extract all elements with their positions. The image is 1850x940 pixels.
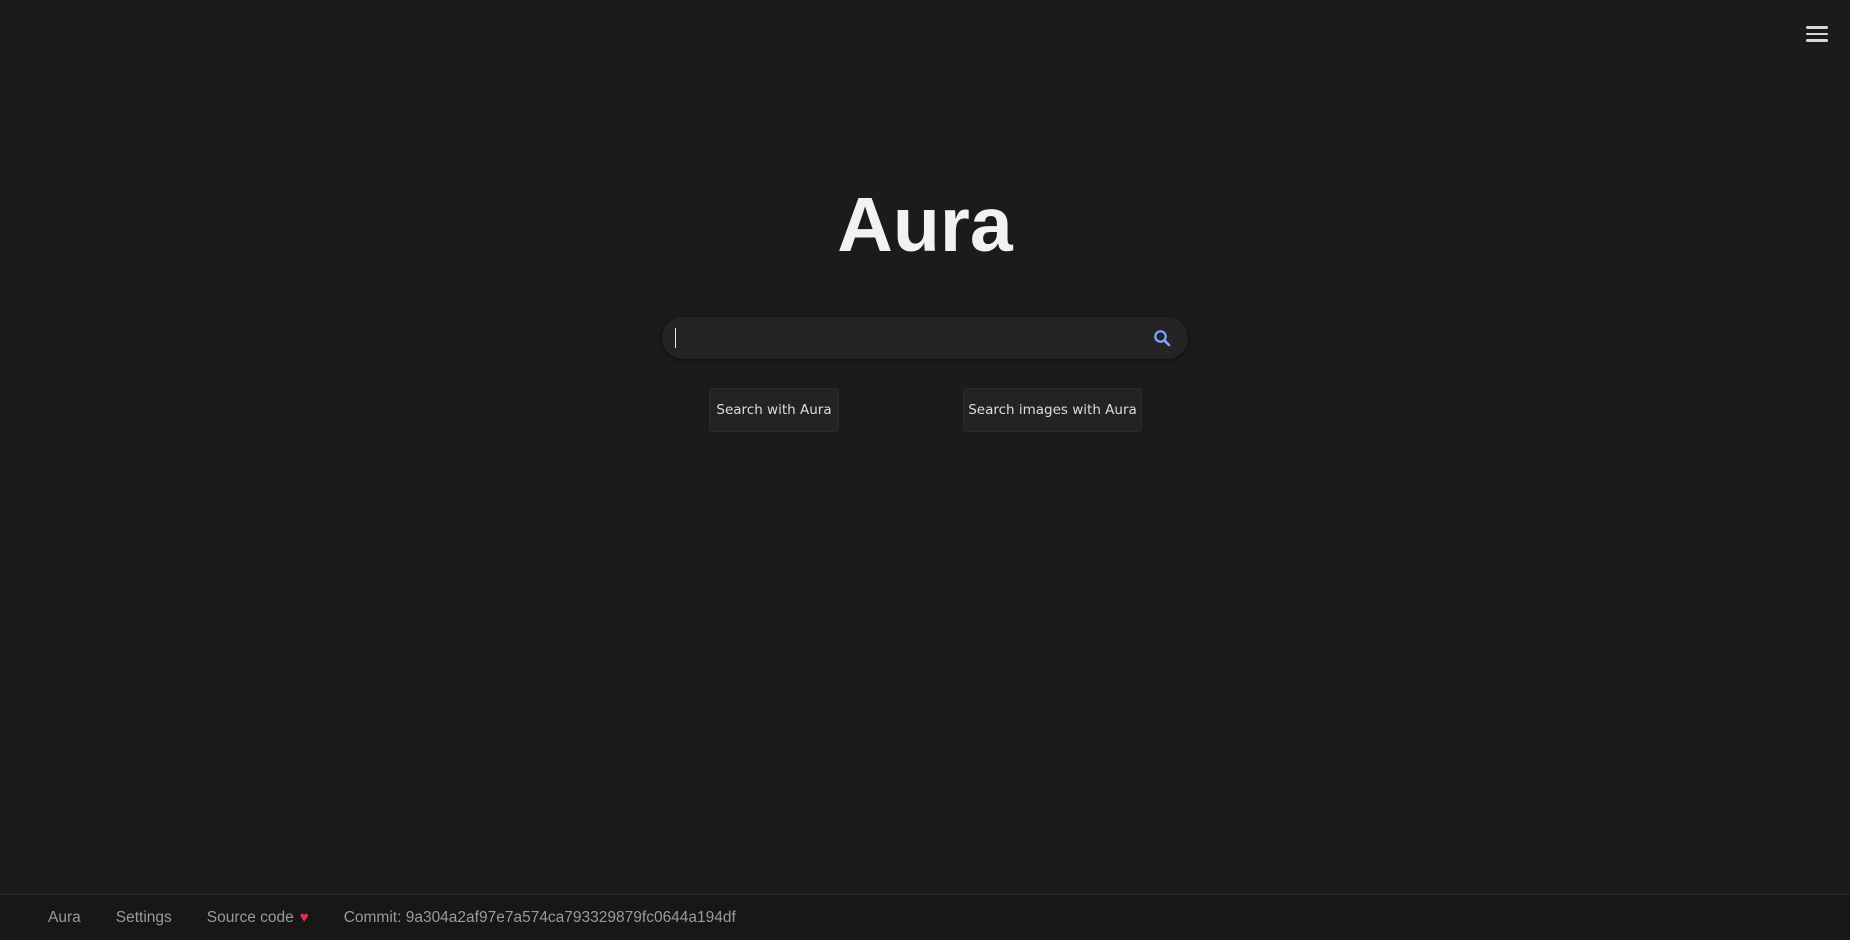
logo-title: Aura <box>837 182 1013 268</box>
footer-link-source-code[interactable]: Source code ♥ <box>207 909 309 927</box>
commit-hash: Commit: 9a304a2af97e7a574ca793329879fc06… <box>343 908 736 926</box>
search-button[interactable]: Search with Aura <box>709 388 839 432</box>
hamburger-menu-icon[interactable] <box>1804 22 1830 46</box>
footer: Aura Settings Source code ♥ Commit: 9a30… <box>0 894 1850 940</box>
text-caret <box>675 328 676 348</box>
menu-line-middle <box>1806 32 1828 36</box>
search-images-button[interactable]: Search images with Aura <box>963 388 1142 432</box>
search-input[interactable] <box>662 318 1150 358</box>
menu-line-top <box>1806 26 1828 29</box>
footer-link-settings[interactable]: Settings <box>116 909 172 927</box>
page: Aura Search with Aura Search images with… <box>0 0 1850 940</box>
menu-line-bottom <box>1806 39 1828 42</box>
search-icon[interactable] <box>1150 326 1174 350</box>
search-bar <box>662 317 1188 359</box>
footer-link-home[interactable]: Aura <box>48 909 81 927</box>
footer-link-source-label: Source code <box>206 908 294 926</box>
heart-icon: ♥ <box>299 909 309 926</box>
